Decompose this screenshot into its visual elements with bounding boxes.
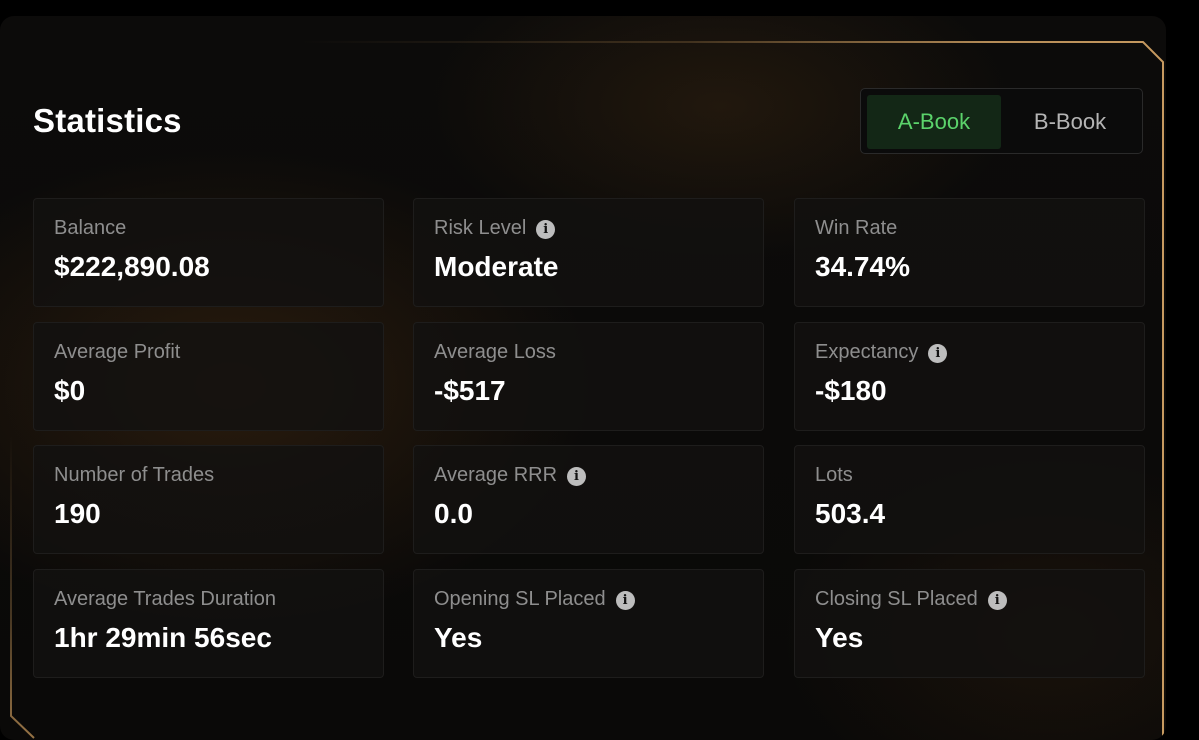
stat-label: Average Profit	[54, 341, 181, 363]
stat-card-win-rate: Win Rate 34.74%	[794, 198, 1145, 307]
stat-card-average-trades-duration: Average Trades Duration 1hr 29min 56sec	[33, 569, 384, 678]
stat-card-average-profit: Average Profit $0	[33, 322, 384, 431]
stat-label: Risk Level	[434, 217, 527, 239]
stat-card-closing-sl-placed: Closing SL Placed i Yes	[794, 569, 1145, 678]
page-title: Statistics	[33, 102, 182, 139]
stat-card-risk-level: Risk Level i Moderate	[413, 198, 764, 307]
stat-value: 503.4	[815, 498, 886, 529]
stat-value: $222,890.08	[54, 251, 210, 282]
stat-value: Yes	[815, 622, 864, 653]
stat-value: Yes	[434, 622, 483, 653]
stat-label: Closing SL Placed	[815, 588, 978, 610]
stat-label: Average Trades Duration	[54, 588, 276, 610]
statistics-panel: Statistics A-Book B-Book Balance $222,89…	[0, 16, 1166, 740]
stat-label: Average RRR	[434, 464, 558, 486]
stat-label: Average Loss	[434, 341, 556, 363]
stat-card-lots: Lots 503.4	[794, 445, 1145, 554]
stat-value: -$180	[815, 375, 887, 406]
stat-value: 190	[54, 498, 101, 529]
info-icon[interactable]: i	[987, 591, 1007, 610]
info-icon[interactable]: i	[928, 344, 948, 363]
stat-value: 0.0	[434, 498, 473, 529]
b-book-tab[interactable]: B-Book	[1003, 95, 1137, 149]
stat-label-row: Risk Level i	[434, 217, 556, 240]
stat-value: 34.74%	[815, 251, 910, 282]
stat-label: Balance	[54, 217, 127, 239]
stat-card-average-loss: Average Loss -$517	[413, 322, 764, 431]
stat-label: Lots	[815, 464, 853, 486]
stat-card-average-rrr: Average RRR i 0.0	[413, 445, 764, 554]
info-icon[interactable]: i	[615, 591, 635, 610]
stat-label: Expectancy	[815, 341, 919, 363]
stat-card-balance: Balance $222,890.08	[33, 198, 384, 307]
stat-label-row: Average RRR i	[434, 464, 587, 487]
stat-label: Win Rate	[815, 217, 898, 239]
stat-label-row: Opening SL Placed i	[434, 588, 635, 611]
stat-value: -$517	[434, 375, 506, 406]
stat-label: Opening SL Placed	[434, 588, 606, 610]
stat-card-number-of-trades: Number of Trades 190	[33, 445, 384, 554]
stat-label-row: Closing SL Placed i	[815, 588, 1007, 611]
info-icon[interactable]: i	[567, 467, 587, 486]
a-book-tab[interactable]: A-Book	[867, 95, 1001, 149]
stat-card-opening-sl-placed: Opening SL Placed i Yes	[413, 569, 764, 678]
stat-value: 1hr 29min 56sec	[54, 622, 272, 653]
stat-value: Moderate	[434, 251, 559, 282]
stat-card-expectancy: Expectancy i -$180	[794, 322, 1145, 431]
stat-label-row: Expectancy i	[815, 341, 948, 364]
info-icon[interactable]: i	[536, 220, 556, 239]
stat-value: $0	[54, 375, 86, 406]
book-toggle: A-Book B-Book	[860, 88, 1143, 154]
stat-label: Number of Trades	[54, 464, 215, 486]
